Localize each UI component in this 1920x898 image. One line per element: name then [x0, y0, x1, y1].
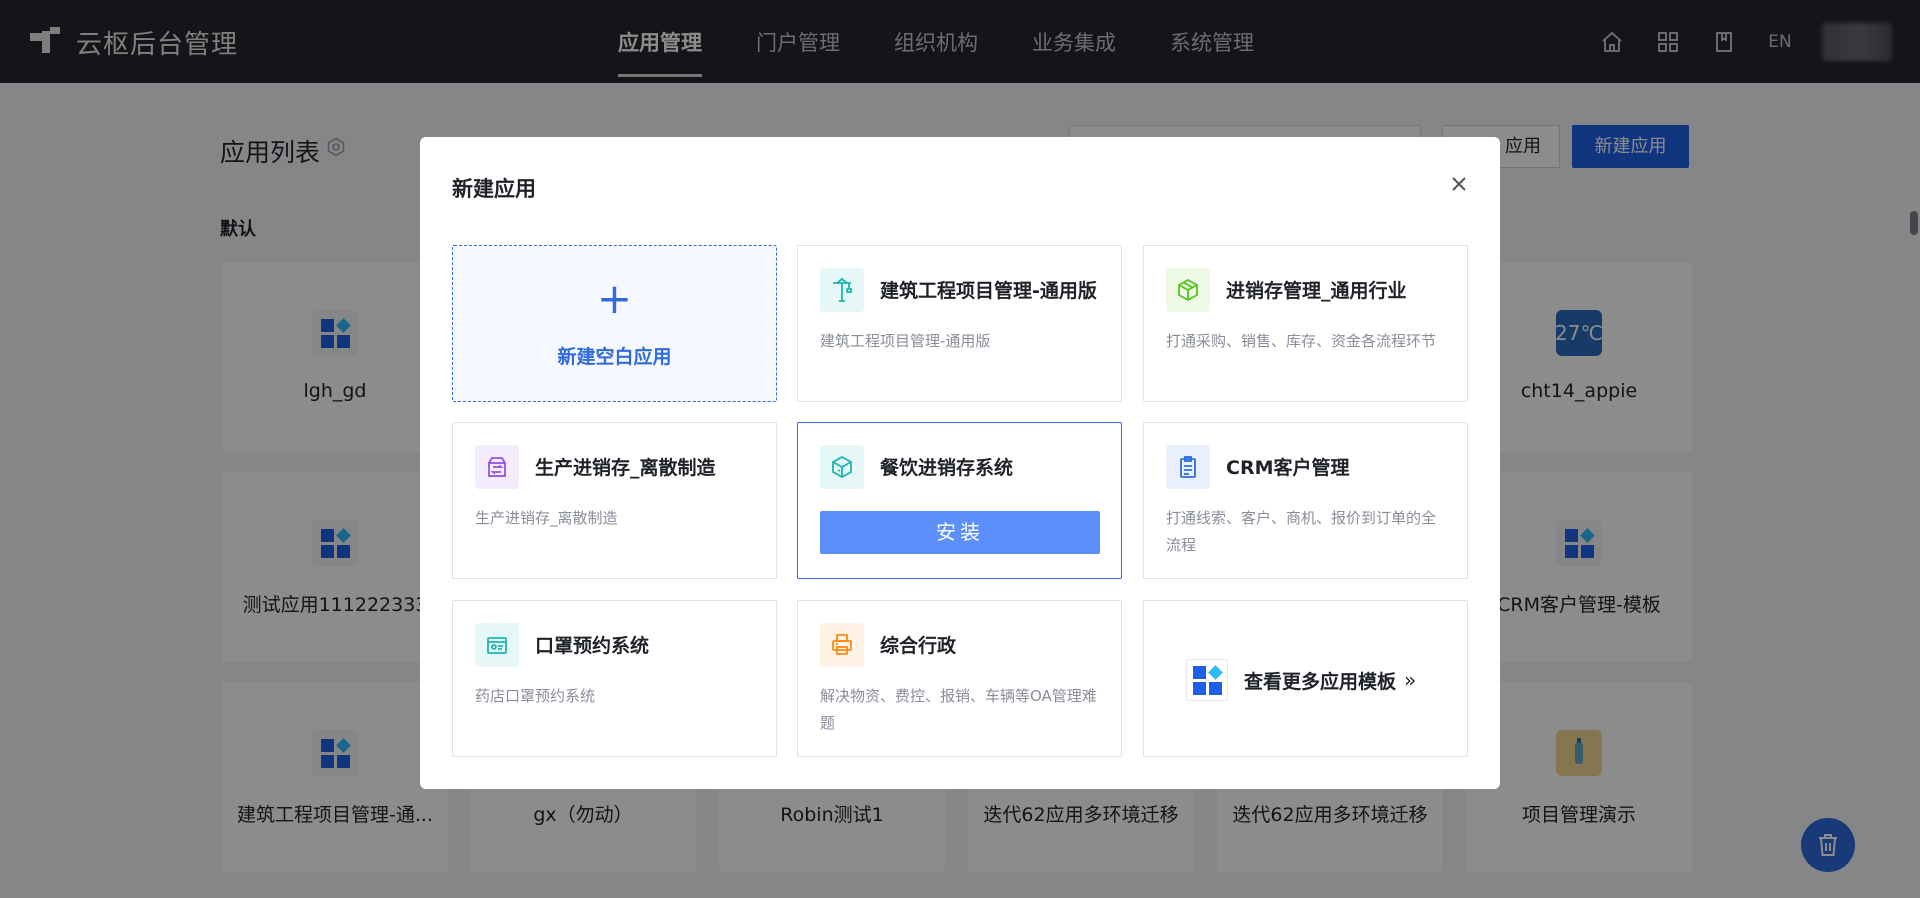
- modal-title: 新建应用: [452, 177, 536, 201]
- double-chevron-right-icon: »: [1404, 668, 1417, 692]
- package-icon: [820, 445, 864, 489]
- new-app-modal: 新建应用 + 新建空白应用 建筑工程项目管理-通用版 建筑工程项目管理-通用版 …: [420, 137, 1500, 789]
- template-card[interactable]: 综合行政 解决物资、费控、报销、车辆等OA管理难题: [797, 600, 1122, 757]
- crane-icon: [820, 268, 864, 312]
- template-name: 生产进销存_离散制造: [535, 457, 716, 479]
- id-card-icon: [475, 623, 519, 667]
- template-name: 口罩预约系统: [535, 635, 650, 657]
- template-desc: 生产进销存_离散制造: [475, 509, 618, 527]
- template-name: 餐饮进销存系统: [880, 457, 1014, 479]
- install-button[interactable]: 安装: [820, 511, 1100, 554]
- template-name: 进销存管理_通用行业: [1226, 280, 1407, 302]
- template-desc: 建筑工程项目管理-通用版: [820, 332, 991, 350]
- more-templates-link[interactable]: 查看更多应用模板 »: [1186, 659, 1416, 701]
- template-name: 建筑工程项目管理-通用版: [880, 280, 1097, 302]
- template-card[interactable]: CRM客户管理 打通线索、客户、商机、报价到订单的全流程: [1143, 422, 1468, 579]
- box-icon: [1166, 268, 1210, 312]
- new-blank-app-label: 新建空白应用: [557, 346, 672, 368]
- crm-clipboard-icon: [1166, 445, 1210, 489]
- app-grid-icon: [1186, 659, 1228, 701]
- template-desc: 打通线索、客户、商机、报价到订单的全流程: [1166, 509, 1437, 554]
- printer-icon: [820, 623, 864, 667]
- plus-icon: +: [596, 274, 633, 323]
- template-desc: 解决物资、费控、报销、车辆等OA管理难题: [820, 687, 1097, 732]
- template-name: CRM客户管理: [1226, 457, 1350, 479]
- template-desc: 打通采购、销售、库存、资金各流程环节: [1166, 332, 1437, 350]
- template-card[interactable]: 进销存管理_通用行业 打通采购、销售、库存、资金各流程环节: [1143, 245, 1468, 402]
- template-card[interactable]: 建筑工程项目管理-通用版 建筑工程项目管理-通用版: [797, 245, 1122, 402]
- new-blank-app-card[interactable]: + 新建空白应用: [452, 245, 777, 402]
- template-card[interactable]: 口罩预约系统 药店口罩预约系统: [452, 600, 777, 757]
- more-templates-label: 查看更多应用模板: [1244, 670, 1397, 693]
- template-card[interactable]: 生产进销存_离散制造 生产进销存_离散制造: [452, 422, 777, 579]
- transfer-box-icon: [475, 445, 519, 489]
- template-desc: 药店口罩预约系统: [475, 687, 596, 705]
- template-card[interactable]: 餐饮进销存系统 安装: [797, 422, 1122, 579]
- template-name: 综合行政: [880, 635, 957, 657]
- close-icon[interactable]: [1448, 173, 1470, 195]
- more-templates-card[interactable]: 查看更多应用模板 »: [1143, 600, 1468, 757]
